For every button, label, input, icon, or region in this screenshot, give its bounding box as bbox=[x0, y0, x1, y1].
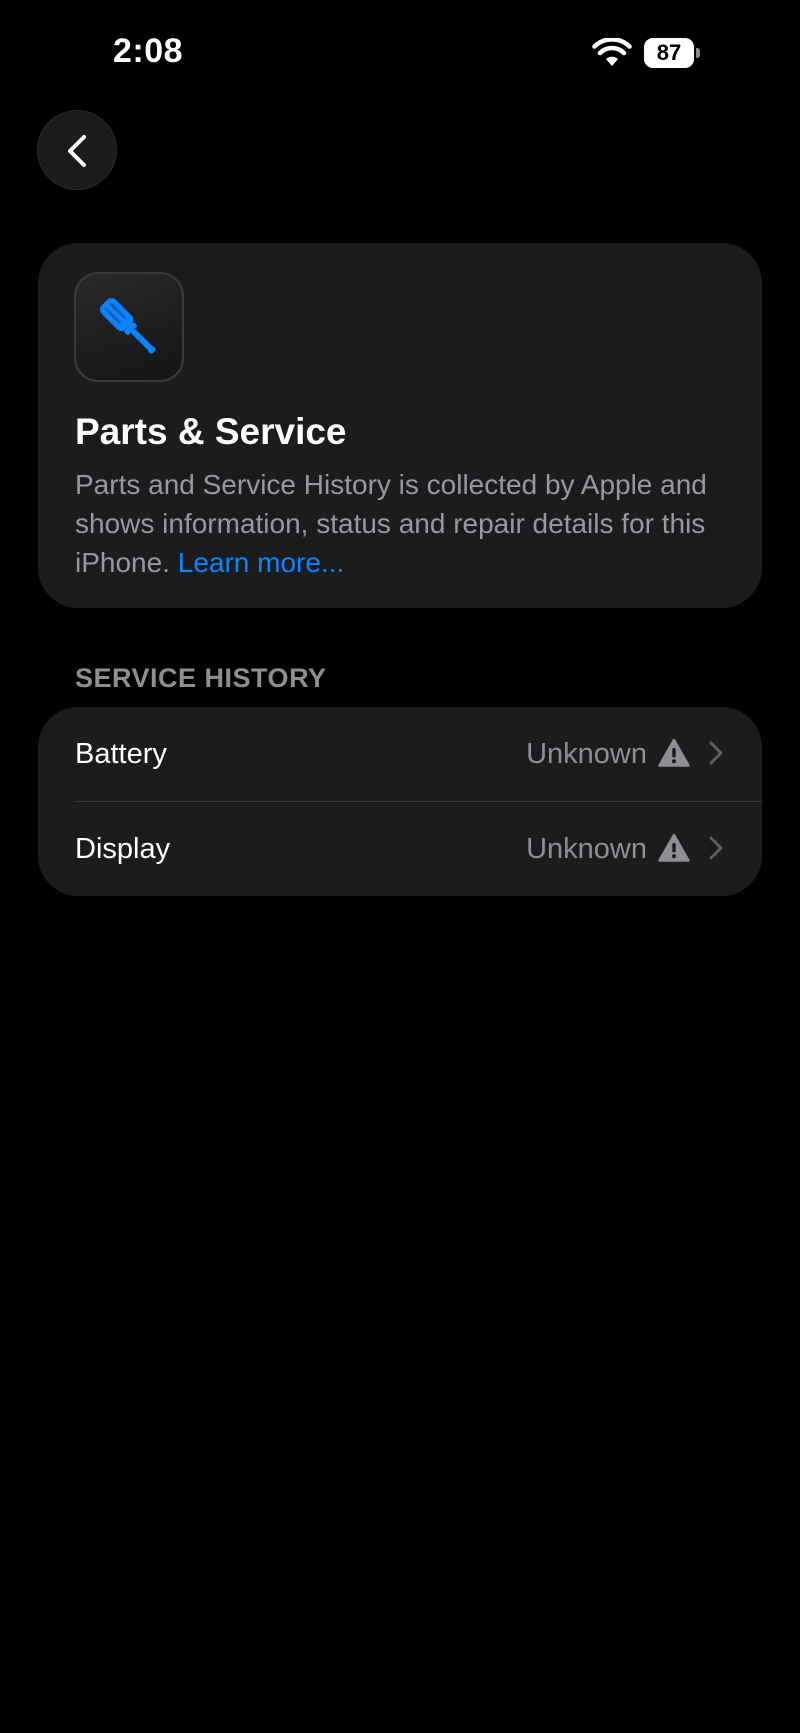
chevron-right-icon bbox=[709, 741, 723, 765]
row-label: Battery bbox=[75, 738, 167, 770]
wifi-icon bbox=[592, 37, 632, 68]
description-text: Parts and Service History is collected b… bbox=[75, 469, 707, 578]
service-history-list: Battery Unknown Display Unknown bbox=[38, 707, 762, 896]
screwdriver-icon bbox=[99, 297, 156, 354]
row-label: Display bbox=[75, 833, 171, 865]
list-item-battery[interactable]: Battery Unknown bbox=[38, 707, 762, 802]
status-bar: 2:08 87 bbox=[0, 0, 800, 100]
status-time: 2:08 bbox=[113, 32, 184, 70]
row-value: Unknown bbox=[526, 833, 647, 865]
learn-more-link[interactable]: Learn more... bbox=[178, 547, 345, 578]
battery-level: 87 bbox=[644, 38, 694, 68]
battery-cap bbox=[696, 48, 700, 58]
parts-service-app-icon bbox=[74, 272, 184, 382]
card-description: Parts and Service History is collected b… bbox=[75, 465, 735, 582]
parts-service-card: Parts & Service Parts and Service Histor… bbox=[38, 243, 762, 608]
chevron-left-icon bbox=[68, 135, 86, 167]
warning-icon bbox=[658, 833, 690, 862]
battery-icon: 87 bbox=[644, 38, 702, 68]
list-item-display[interactable]: Display Unknown bbox=[38, 802, 762, 896]
chevron-right-icon bbox=[709, 836, 723, 860]
warning-icon bbox=[658, 738, 690, 767]
row-value: Unknown bbox=[526, 738, 647, 770]
back-button[interactable] bbox=[37, 110, 117, 190]
section-header-service-history: SERVICE HISTORY bbox=[75, 663, 327, 693]
page-title: Parts & Service bbox=[75, 411, 347, 452]
